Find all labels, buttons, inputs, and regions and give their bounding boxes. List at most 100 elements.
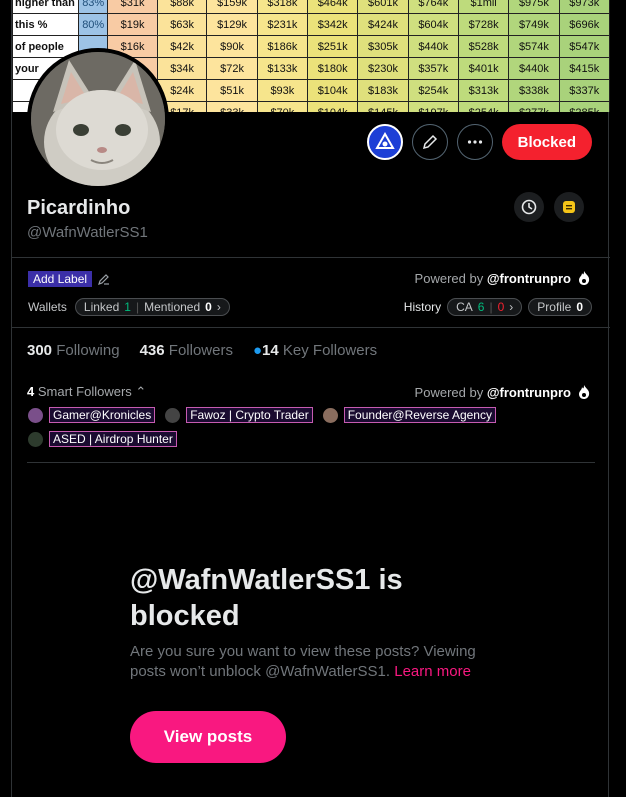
followers-link[interactable]: 436 Followers (140, 342, 233, 359)
avatar[interactable] (27, 48, 169, 190)
banner-value-cell: $464k (307, 0, 359, 14)
profile-label: Profile (537, 300, 572, 314)
smart-followers-row-1: Gamer@Kronicles Fawoz | Crypto Trader Fo… (28, 407, 496, 423)
powered-brand-link[interactable]: @frontrunpro (487, 271, 571, 286)
banner-value-cell: $254k (457, 101, 510, 112)
avatar (322, 407, 338, 423)
more-icon (467, 140, 482, 144)
banner-value-cell: $415k (558, 57, 610, 80)
smart-follower-tag[interactable]: Founder@Reverse Agency (322, 407, 496, 423)
notes-button[interactable] (554, 192, 584, 222)
divider (12, 257, 610, 258)
banner-row-label: higher than (12, 0, 80, 14)
wallets-row: Wallets Linked 1 | Mentioned 0 › (28, 298, 230, 316)
smart-follower-tag[interactable]: Fawoz | Crypto Trader (165, 407, 313, 423)
profile-count: 0 (576, 300, 583, 314)
divider (12, 327, 610, 328)
smart-follower-name: Gamer@Kronicles (49, 407, 156, 423)
powered-by: Powered by @frontrunpro (415, 270, 592, 286)
smart-follower-name: Fawoz | Crypto Trader (186, 407, 313, 423)
banner-value-cell: $401k (457, 57, 510, 80)
banner-value-cell: $574k (508, 35, 560, 58)
dot-icon: ● (252, 342, 263, 359)
banner-value-cell: $337k (558, 79, 610, 102)
banner-pct-cell: 80% (78, 13, 109, 36)
chevron-up-icon: ⌃ (135, 384, 147, 399)
banner-value-cell: $601k (357, 0, 409, 14)
banner-value-cell: $313k (457, 79, 510, 102)
smart-follower-tag[interactable]: ASED | Airdrop Hunter (28, 431, 177, 447)
avatar (28, 407, 43, 423)
profile-column: higher than 83% $31k $88k $159k $318k $464k $60… (11, 0, 610, 797)
banner-value-cell: $547k (558, 35, 610, 58)
smart-follower-name: ASED | Airdrop Hunter (49, 431, 177, 447)
following-label: Following (56, 342, 120, 359)
history-button[interactable] (514, 192, 544, 222)
edit-label-icon[interactable] (97, 272, 111, 286)
banner-value-cell: $33k (206, 101, 258, 112)
ca-label: CA (456, 300, 473, 314)
wallets-pill[interactable]: Linked 1 | Mentioned 0 › (74, 298, 230, 316)
frontrun-fire-icon (579, 385, 590, 399)
frontrun-extension-button[interactable] (366, 124, 403, 160)
display-name: Picardinho (27, 197, 131, 219)
chevron-right-icon: › (216, 300, 221, 314)
smart-label: Smart Followers (37, 384, 132, 399)
banner-value-cell: $440k (508, 57, 560, 80)
banner-row: this % 80% $19k $63k $129k $231k $342k $424k $60… (12, 13, 610, 36)
banner-value-cell: $133k (256, 57, 309, 80)
frontrun-logo-icon (374, 132, 395, 149)
following-count: 300 (27, 342, 53, 359)
learn-more-link[interactable]: Learn more (394, 663, 471, 680)
banner-row-label: this % (12, 13, 80, 36)
add-label-button[interactable]: Add Label (28, 271, 93, 287)
powered-prefix: Powered by (414, 384, 484, 400)
banner-value-cell: $104k (307, 79, 359, 102)
following-link[interactable]: 300 Following (27, 342, 120, 359)
history-row: History CA 6 | 0 › Profile 0 (404, 298, 592, 316)
divider (27, 462, 595, 463)
banner-value-cell: $230k (357, 57, 409, 80)
banner-pct-cell: 83% (78, 0, 109, 14)
blocked-button[interactable]: Blocked (501, 124, 592, 160)
banner-value-cell: $251k (307, 35, 359, 58)
banner-value-cell: $728k (457, 13, 510, 36)
profile-pill[interactable]: Profile 0 (528, 298, 592, 316)
more-button[interactable] (456, 124, 493, 160)
pencil-icon (422, 134, 437, 150)
followers-count: 436 (139, 342, 165, 359)
banner-value-cell: $305k (357, 35, 409, 58)
smart-followers-toggle[interactable]: 4 Smart Followers ⌃ (27, 384, 146, 400)
avatar (28, 431, 43, 447)
banner-value-cell: $231k (256, 13, 309, 36)
banner-value-cell: $129k (206, 13, 258, 36)
powered-brand-link[interactable]: @frontrunpro (487, 385, 571, 400)
ca-pill[interactable]: CA 6 | 0 › (447, 298, 523, 316)
note-icon (563, 201, 575, 213)
key-followers-label: Key Followers (282, 342, 378, 359)
banner-value-cell: $34k (156, 57, 208, 80)
profile-actions: Blocked (366, 124, 592, 160)
key-followers-link[interactable]: ●14 Key Followers (253, 342, 377, 359)
history-icon (521, 199, 537, 215)
edit-button[interactable] (411, 124, 448, 160)
banner-value-cell: $424k (357, 13, 409, 36)
smart-follower-name: Founder@Reverse Agency (343, 407, 496, 423)
banner-value-cell: $104k (307, 101, 359, 112)
linked-label: Linked (83, 300, 120, 314)
smart-follower-tag[interactable]: Gamer@Kronicles (28, 407, 156, 423)
banner-value-cell: $338k (508, 79, 560, 102)
cat-avatar-image (31, 52, 165, 186)
banner-value-cell: $159k (206, 0, 258, 14)
banner-value-cell: $31k (107, 0, 158, 14)
banner-value-cell: $72k (206, 57, 258, 80)
profile-mini-icons (514, 192, 584, 222)
banner-value-cell: $528k (457, 35, 510, 58)
banner-value-cell: $1mil (457, 0, 510, 14)
banner-value-cell: $183k (357, 79, 409, 102)
banner-value-cell: $63k (156, 13, 208, 36)
view-posts-button[interactable]: View posts (130, 711, 286, 763)
banner-value-cell: $180k (307, 57, 359, 80)
banner-value-cell: $19k (107, 13, 158, 36)
banner-value-cell: $440k (407, 35, 459, 58)
